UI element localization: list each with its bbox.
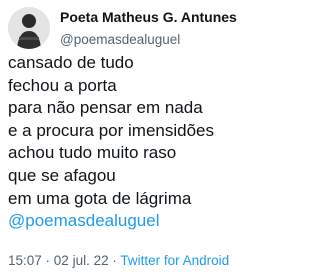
author-info: Poeta Matheus G. Antunes @poemasdealugue… [60,8,237,49]
tweet-source-link[interactable]: Twitter for Android [120,253,229,268]
tweet-text: cansado de tudo fechou a porta para não … [8,52,272,233]
tweet-line: cansado de tudo [8,53,134,72]
author-avatar[interactable] [8,7,50,49]
meta-separator: · [108,253,121,268]
tweet-meta: 15:07 · 02 jul. 22 · Twitter for Android [8,252,229,270]
meta-separator: · [41,253,54,268]
tweet-time[interactable]: 15:07 [8,253,42,268]
mention-link[interactable]: @poemasdealuguel [8,210,272,233]
tweet-line: em uma gota de lágrima [8,188,192,208]
tweet-line: fechou a porta [8,75,117,95]
author-display-name[interactable]: Poeta Matheus G. Antunes [60,8,237,26]
tweet-header: Poeta Matheus G. Antunes @poemasdealugue… [8,4,270,54]
tweet-line: para não pensar em nada [8,98,203,118]
profile-photo-icon [8,7,50,49]
tweet-line: que se afagou [8,165,116,185]
author-handle[interactable]: @poemasdealuguel [60,31,237,49]
tweet-date[interactable]: 02 jul. 22 [54,253,109,268]
tweet-card: Poeta Matheus G. Antunes @poemasdealugue… [0,0,275,275]
tweet-line: achou tudo muito raso [8,143,177,163]
tweet-line: e a procura por imensidões [8,120,215,140]
